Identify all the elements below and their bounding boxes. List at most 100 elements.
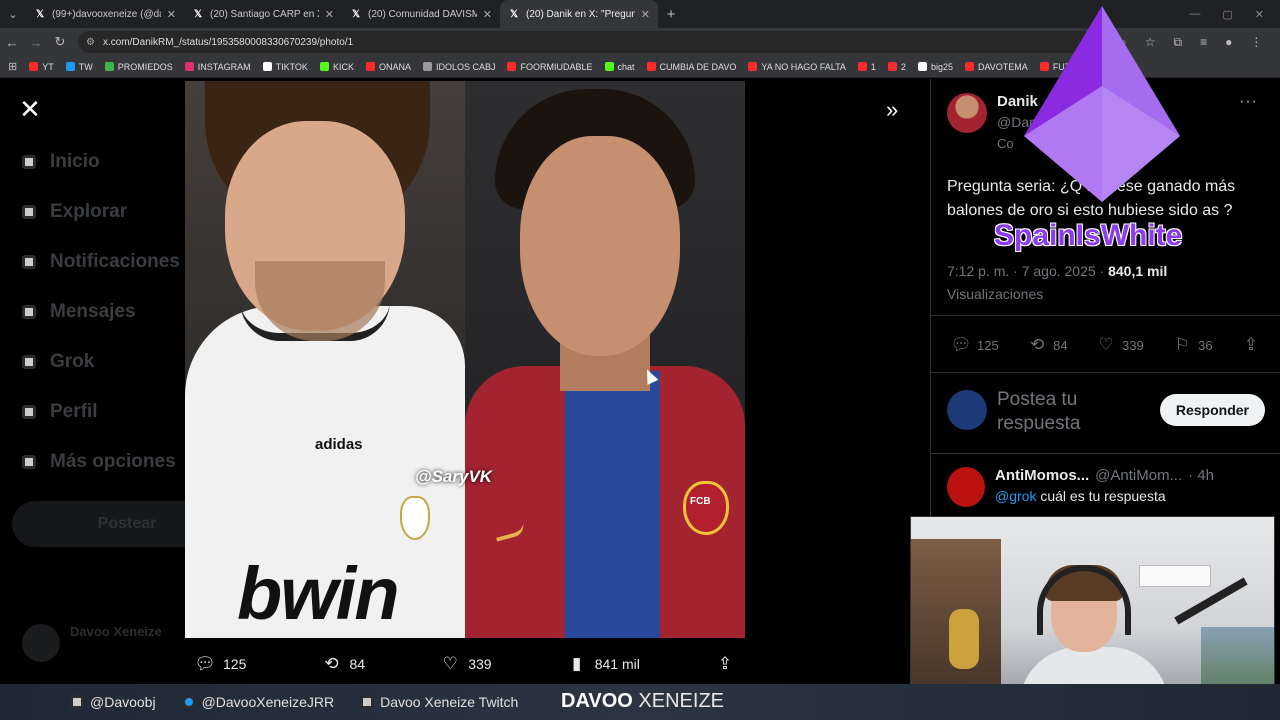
comment-item[interactable]: AntiMomos... @AntiMom... · 4h @grok cuál e… (947, 467, 1265, 507)
bookmark-item[interactable]: TW (65, 62, 93, 72)
url-field[interactable]: ⚙ x.com/DanikRM_/status/1953580008330670… (78, 31, 1108, 53)
avatar (22, 624, 60, 662)
bookmark-favicon-icon (319, 62, 329, 71)
close-window-icon[interactable]: ✕ (1255, 8, 1264, 21)
bookmark-favicon-icon (365, 62, 375, 71)
grok-icon (22, 355, 36, 369)
bookmark-item[interactable]: 1 (857, 62, 876, 72)
tweet-photo[interactable]: adidas bwin FCB @SaryVK (185, 81, 745, 638)
bookmark-favicon-icon (184, 62, 194, 71)
bookmark-item[interactable]: TIKTOK (262, 62, 308, 72)
instagram-handle: @Davoobj (70, 694, 156, 710)
photo-views-button[interactable]: ▮ 841 mil (567, 654, 640, 674)
trophy-icon (949, 609, 979, 669)
more-circle-icon (22, 455, 36, 469)
prism-overlay-icon (1024, 6, 1180, 202)
minimize-icon[interactable]: — (1189, 8, 1200, 21)
mention-link[interactable]: @grok (995, 488, 1036, 504)
new-tab-icon[interactable]: + (658, 6, 684, 23)
profile-icon[interactable]: ● (1225, 35, 1232, 50)
browser-tab-3[interactable]: 𝕏 (20) Comunidad DAVISMO / X ✕ (342, 0, 500, 28)
face (520, 136, 680, 356)
close-media-button[interactable]: ✕ (18, 96, 42, 122)
share-button[interactable]: ⇪ (1241, 335, 1261, 355)
avatar (947, 390, 987, 430)
bookmark-item[interactable]: big25 (917, 62, 953, 72)
twitter-handle: @DavooXeneizeJRR (181, 694, 334, 710)
account-switcher: Davoo Xeneize (22, 624, 162, 662)
photo-like-button[interactable]: ♡ 339 (440, 654, 492, 674)
browser-tab-1[interactable]: 𝕏 (99+)davooxeneize (@davooxe ✕ (26, 0, 184, 28)
photo-share-button[interactable]: ⇪ (715, 654, 735, 674)
site-info-icon[interactable]: ⚙ (86, 37, 95, 48)
bookmark-icon: ⚐ (1174, 335, 1190, 354)
tab-search-chevron-icon[interactable]: ⌄ (0, 0, 26, 28)
bookmark-item[interactable]: PROMIEDOS (104, 62, 173, 72)
stream-bottom-bar: @Davoobj @DavooXeneizeJRR Davoo Xeneize … (0, 684, 1280, 720)
more-options-icon[interactable]: ··· (1239, 93, 1258, 111)
x-icon: 𝕏 (35, 8, 45, 20)
media-icon[interactable]: ≡ (1200, 35, 1207, 50)
close-tab-icon[interactable]: ✕ (167, 8, 176, 21)
divider (931, 453, 1280, 454)
apps-grid-icon[interactable]: ⊞ (8, 60, 17, 73)
close-tab-icon[interactable]: ✕ (641, 8, 650, 21)
forward-icon[interactable]: → (24, 35, 48, 50)
dimmed-sidebar: Inicio Explorar Notificaciones Mensajes … (0, 79, 242, 684)
overlay-text: SpainIsWhite (994, 219, 1183, 252)
close-tab-icon[interactable]: ✕ (483, 8, 492, 21)
like-button[interactable]: ♡ 339 (1096, 335, 1143, 355)
bookmark-favicon-icon (646, 62, 656, 71)
barcelona-crest-icon: FCB (683, 481, 729, 535)
heart-icon: ♡ (1098, 335, 1114, 354)
avatar[interactable] (947, 93, 987, 133)
bookmark-item[interactable]: IDOLOS CABJ (422, 62, 495, 72)
bookmark-favicon-icon (887, 62, 897, 71)
bookmark-item[interactable]: FOORMIUDABLE (507, 62, 593, 72)
repost-button[interactable]: ⟲ 84 (1027, 335, 1068, 355)
bookmark-item[interactable]: 2 (887, 62, 906, 72)
bookmark-item[interactable]: chat (604, 62, 635, 72)
divider (931, 372, 1280, 373)
maximize-icon[interactable]: ▢ (1222, 8, 1232, 21)
bookmark-item[interactable]: YA NO HAGO FALTA (748, 62, 846, 72)
real-madrid-crest-icon (400, 496, 430, 540)
person-icon (22, 405, 36, 419)
expand-panel-icon[interactable]: » (886, 97, 898, 123)
views-chart-icon: ▮ (572, 654, 582, 673)
bookmark-item[interactable]: YT (29, 62, 54, 72)
bookmark-button[interactable]: ⚐ 36 (1172, 335, 1212, 355)
reply-submit-button[interactable]: Responder (1159, 394, 1265, 426)
reload-icon[interactable]: ↻ (48, 34, 72, 50)
bookmark-favicon-icon (262, 62, 272, 71)
repost-icon: ⟲ (324, 654, 339, 673)
photo-repost-button[interactable]: ⟲ 84 (322, 654, 365, 674)
bookmark-favicon-icon (104, 62, 114, 71)
bookmark-item[interactable]: ONANA (365, 62, 411, 72)
close-tab-icon[interactable]: ✕ (325, 8, 334, 21)
avatar[interactable] (947, 467, 985, 507)
nav-notifications: Notificaciones (22, 251, 180, 273)
browser-tab-2[interactable]: 𝕏 (20) Santiago CARP en X: "Y lue ✕ (184, 0, 342, 28)
share-icon: ⇪ (717, 654, 733, 673)
bookmark-item[interactable]: KICK (319, 62, 354, 72)
bookmark-favicon-icon (857, 62, 867, 71)
back-icon[interactable]: ← (0, 35, 24, 50)
nav-messages: Mensajes (22, 301, 136, 323)
reply-input[interactable]: Postea tu respuesta (997, 388, 1147, 432)
bookmark-item[interactable]: CUMBIA DE DAVO (646, 62, 736, 72)
menu-icon[interactable]: ⋮ (1250, 35, 1262, 50)
bookmark-favicon-icon (507, 62, 517, 71)
reply-button[interactable]: 💬︎ 125 (950, 335, 999, 355)
divider (931, 315, 1280, 316)
reply-icon: 💬︎ (194, 654, 216, 673)
sponsor-logo: adidas (315, 436, 363, 453)
bookmark-item[interactable]: INSTAGRAM (184, 62, 251, 72)
bookmark-favicon-icon (964, 62, 974, 71)
bookmark-item[interactable]: DAVOTEMA (964, 62, 1028, 72)
instagram-icon (70, 695, 84, 709)
photo-reply-button[interactable]: 💬︎ 125 (194, 654, 246, 674)
nav-grok: Grok (22, 351, 94, 373)
browser-tab-4[interactable]: 𝕏 (20) Danik en X: "Pregunta seria ✕ (500, 0, 658, 28)
mail-icon (22, 305, 36, 319)
